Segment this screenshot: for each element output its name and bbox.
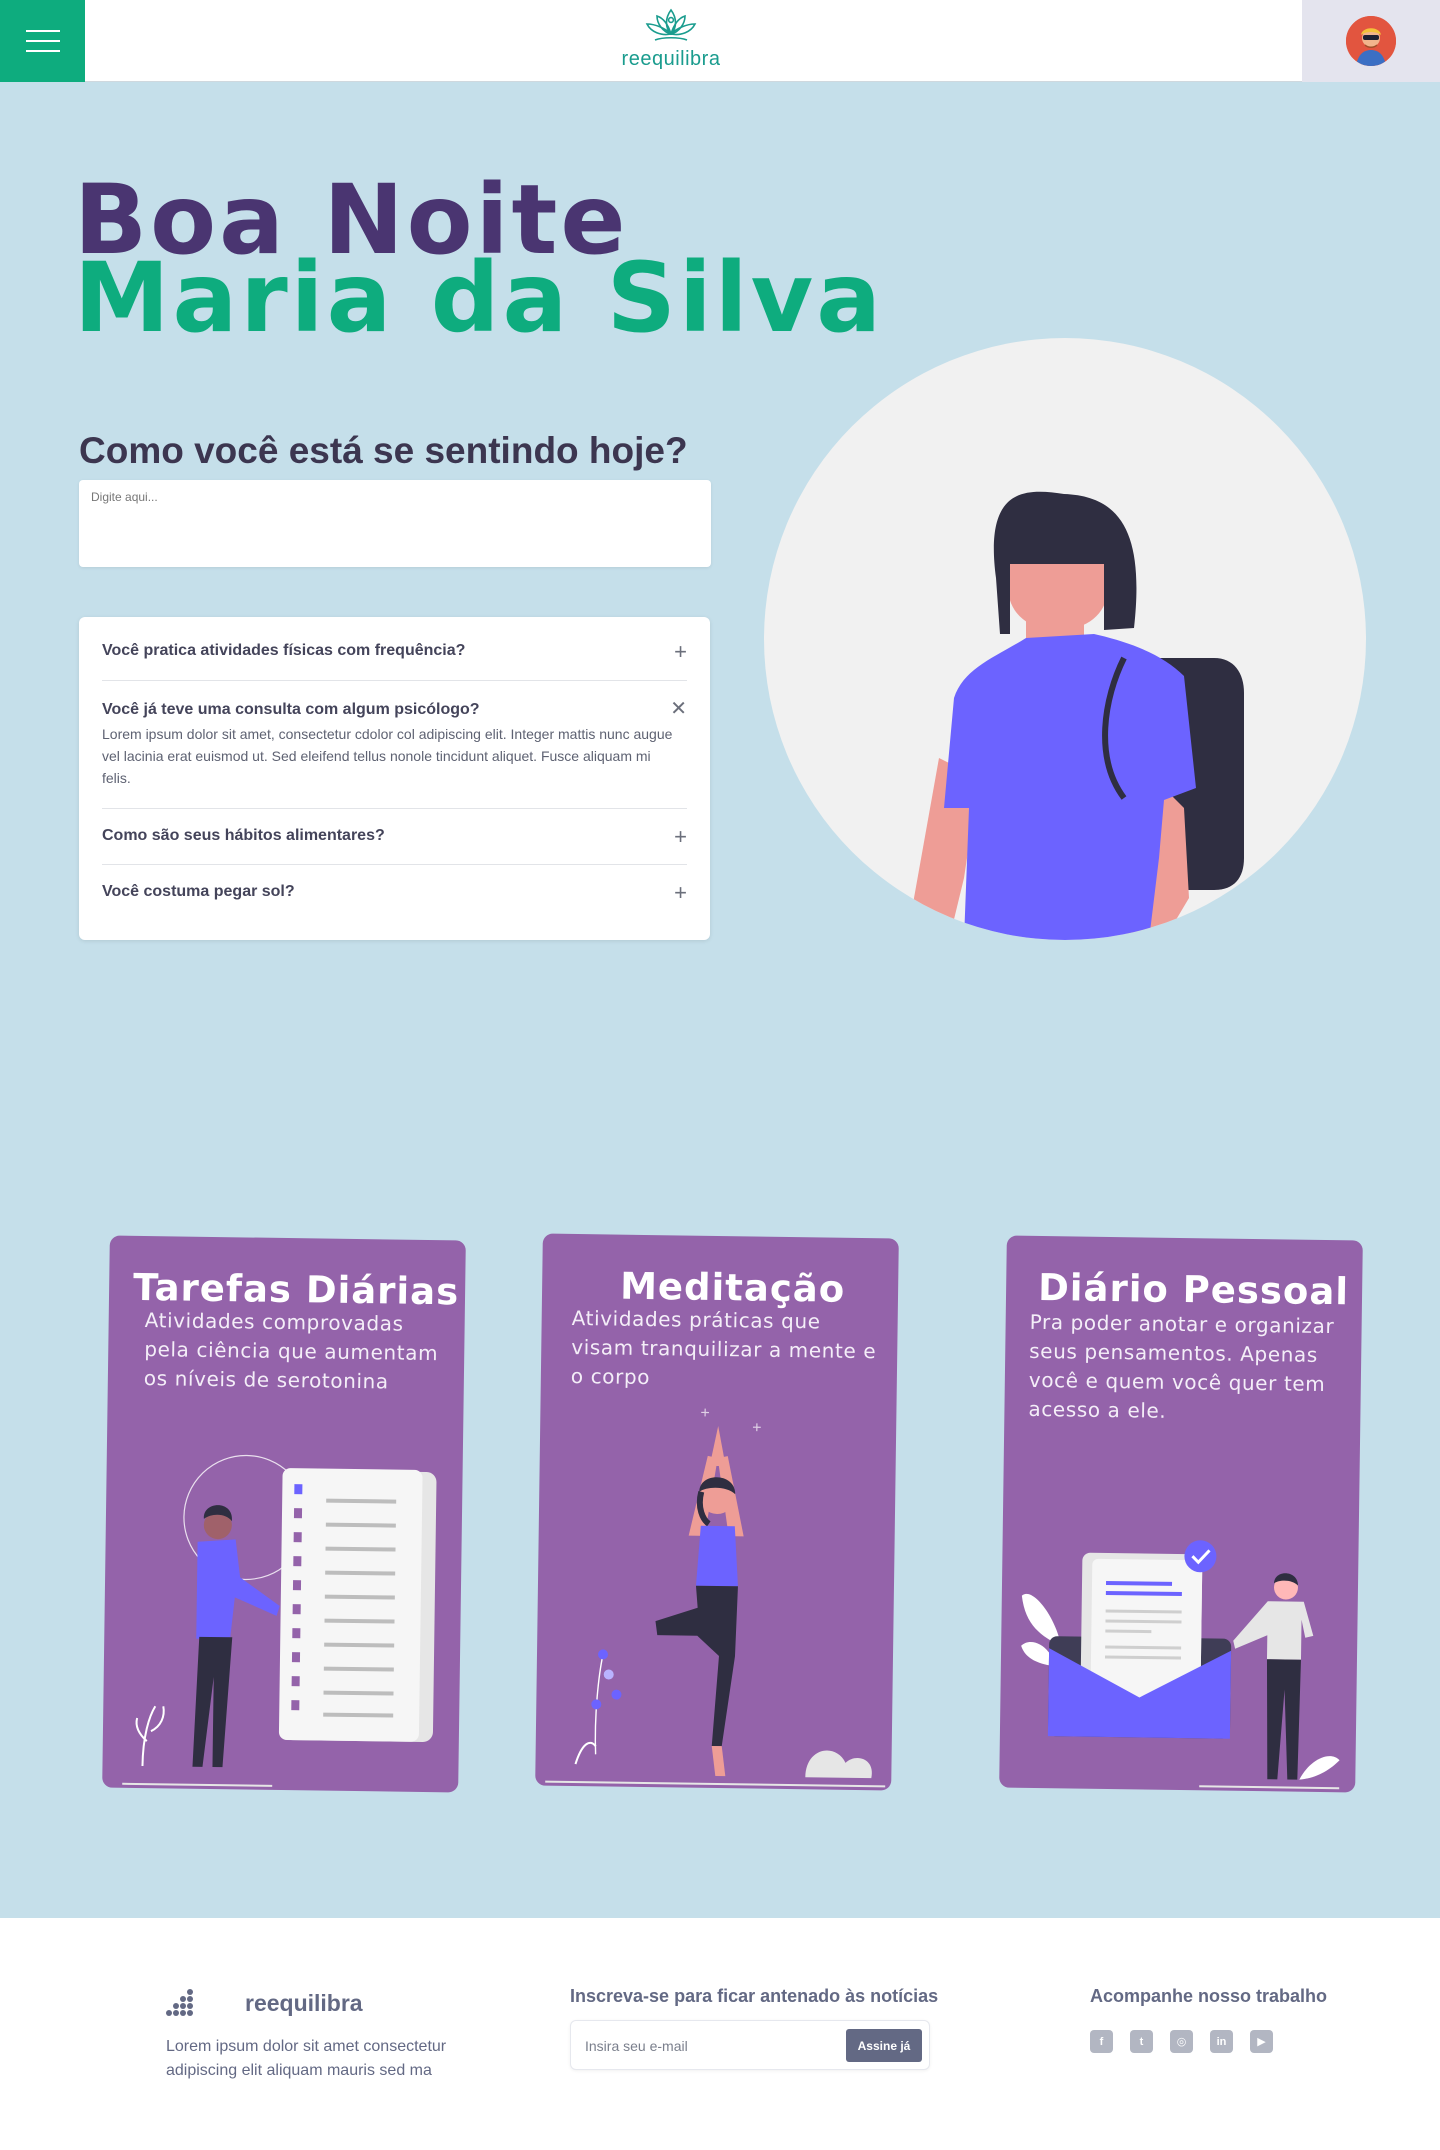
feeling-input[interactable]: [79, 480, 711, 567]
faq-question: Você costuma pegar sol?: [102, 883, 295, 900]
faq-question: Como são seus hábitos alimentares?: [102, 827, 385, 844]
card-personal-diary[interactable]: Diário Pessoal Pra poder anotar e organi…: [999, 1235, 1363, 1793]
social-links: f t ◎ in ▶: [1090, 2030, 1273, 2053]
youtube-icon[interactable]: ▶: [1250, 2030, 1273, 2053]
plus-icon[interactable]: +: [674, 882, 687, 904]
follow-title: Acompanhe nosso trabalho: [1090, 1986, 1328, 2006]
plus-icon[interactable]: +: [674, 826, 687, 848]
user-name-heading: Maria da Silva: [74, 242, 884, 354]
footer-description: Lorem ipsum dolor sit amet consectetur a…: [166, 2038, 447, 2079]
footer-brand: reequilibra: [245, 1990, 363, 2016]
twitter-icon[interactable]: t: [1130, 2030, 1153, 2053]
instagram-icon[interactable]: ◎: [1170, 2030, 1193, 2053]
footer: reequilibra Lorem ipsum dolor sit amet c…: [0, 1918, 1440, 2150]
close-icon[interactable]: ✕: [670, 699, 687, 719]
faq-item[interactable]: Você costuma pegar sol? +: [102, 865, 687, 939]
card-meditation[interactable]: Meditação Atividades práticas que visam …: [535, 1233, 899, 1791]
woman-illustration: [764, 338, 1366, 940]
faq-question: Você já teve uma consulta com algum psic…: [102, 701, 480, 718]
top-header: reequilibra: [0, 0, 1440, 82]
user-avatar-button[interactable]: [1302, 0, 1440, 82]
meditation-illustration: + +: [545, 1405, 886, 1788]
lotus-logo-icon: [645, 8, 697, 41]
brand-logo[interactable]: reequilibra: [616, 4, 726, 76]
user-avatar-icon: [1346, 16, 1396, 66]
diary-illustration: [1021, 1540, 1340, 1790]
hamburger-menu-icon: [25, 30, 60, 52]
subscribe-button[interactable]: Assine já: [846, 2029, 922, 2062]
card-daily-tasks[interactable]: Tarefas Diárias Atividades comprovadas p…: [102, 1235, 466, 1793]
faq-item[interactable]: Você pratica atividades físicas com freq…: [102, 617, 687, 681]
facebook-icon[interactable]: f: [1090, 2030, 1113, 2053]
menu-button[interactable]: [0, 0, 85, 82]
linkedin-icon[interactable]: in: [1210, 2030, 1233, 2053]
feeling-question: Como você está se sentindo hoje?: [79, 430, 688, 471]
faq-item[interactable]: Como são seus hábitos alimentares? +: [102, 809, 687, 865]
newsletter-title: Inscreva-se para ficar antenado às notíc…: [570, 1986, 939, 2006]
email-input[interactable]: [585, 2033, 825, 2059]
brand-name: reequilibra: [621, 48, 721, 70]
svg-text:+: +: [700, 1405, 710, 1422]
faq-question: Você pratica atividades físicas com freq…: [102, 642, 466, 659]
avatar: [1346, 16, 1396, 66]
newsletter-form: Assine já: [570, 2020, 930, 2070]
svg-text:+: +: [752, 1419, 762, 1436]
faq-accordion: Você pratica atividades físicas com freq…: [79, 617, 710, 940]
faq-answer: Lorem ipsum dolor sit amet, consectetur …: [102, 726, 673, 786]
plus-icon[interactable]: +: [674, 641, 687, 663]
tasks-illustration: [122, 1454, 437, 1787]
faq-item-expanded[interactable]: Você já teve uma consulta com algum psic…: [102, 681, 687, 809]
dots-logo-icon: [166, 1989, 193, 2016]
